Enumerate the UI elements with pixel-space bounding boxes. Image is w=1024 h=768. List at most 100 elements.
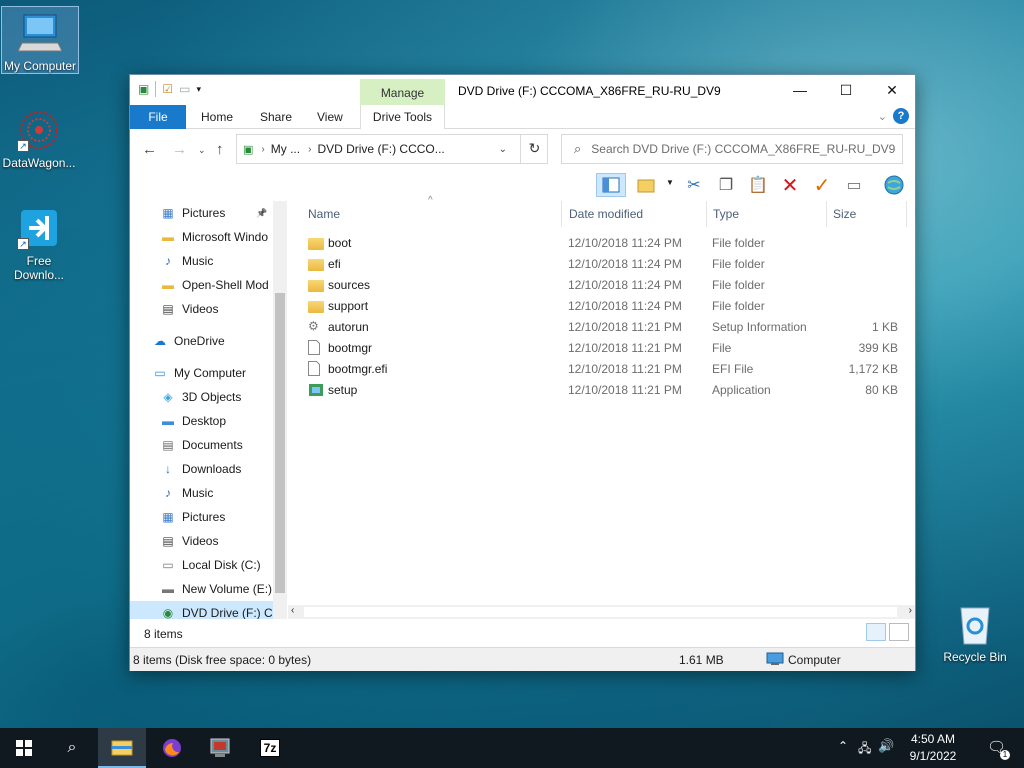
pictures-icon: ▦ (162, 206, 174, 220)
computer-icon: ▭ (154, 366, 166, 380)
column-header-date-modified[interactable]: Date modified (563, 201, 707, 227)
sidebar-item[interactable]: ☁ OneDrive (152, 329, 225, 353)
taskbar-app-monitor[interactable] (196, 728, 244, 768)
customize-qat-icon[interactable]: ▾ (196, 84, 201, 95)
folder-options-dropdown-icon[interactable]: ▼ (666, 178, 674, 187)
desktop-icon-recycle-bin[interactable]: Recycle Bin (936, 602, 1014, 664)
sidebar-item[interactable]: ▬ Open-Shell Mod (160, 273, 269, 297)
copy-icon[interactable]: ❐ (714, 173, 738, 197)
sidebar-item[interactable]: ▦ Pictures 📌 (160, 201, 267, 225)
title-bar: ▣ ☑ ▭ ▾ Manage DVD Drive (F:) CCCOMA_X86… (130, 75, 915, 107)
breadcrumb-my-computer[interactable]: My ... (271, 142, 300, 156)
start-button[interactable] (0, 728, 48, 768)
navpane-scrollbar[interactable] (273, 201, 287, 619)
file-name: boot (328, 236, 352, 250)
breadcrumb-dvd-drive[interactable]: DVD Drive (F:) CCCO... (317, 142, 444, 156)
horizontal-scroll-thumb[interactable] (304, 607, 897, 617)
table-row[interactable]: setup 12/10/2018 11:21 PM Application 80 KB (288, 380, 915, 401)
paste-icon[interactable]: 📋 (746, 173, 770, 197)
file-size: 1,172 KB (848, 362, 898, 376)
address-bar[interactable]: ▣ › My ... › DVD Drive (F:) CCCO... ⌄ (236, 134, 548, 164)
sidebar-item[interactable]: ▤ Videos (160, 297, 218, 321)
table-row[interactable]: bootmgr 12/10/2018 11:21 PM File 399 KB (288, 338, 915, 359)
table-row[interactable]: bootmgr.efi 12/10/2018 11:21 PM EFI File 1,… (288, 359, 915, 380)
column-header-name[interactable]: Name (302, 201, 562, 227)
column-header-size[interactable]: Size (827, 201, 907, 227)
folder-options-icon[interactable] (634, 173, 658, 197)
scroll-left-icon[interactable]: ‹ (291, 605, 294, 616)
sidebar-item-label: Documents (182, 438, 243, 452)
clock[interactable]: 4:50 AM 9/1/2022 (902, 731, 964, 765)
sidebar-item[interactable]: ◉ DVD Drive (F:) C (130, 601, 273, 619)
delete-icon[interactable]: ✕ (778, 173, 802, 197)
table-row[interactable]: sources 12/10/2018 11:24 PM File folder (288, 275, 915, 296)
refresh-button[interactable]: ↻ (520, 134, 548, 164)
table-row[interactable]: ⚙ autorun 12/10/2018 11:21 PM Setup Informa… (288, 317, 915, 338)
sidebar-item[interactable]: ↓ Downloads (160, 457, 241, 481)
details-view-button[interactable] (866, 623, 886, 641)
horizontal-scrollbar[interactable]: ‹ › (288, 605, 915, 619)
tab-view[interactable]: View (317, 105, 343, 129)
search-input[interactable]: ⌕ Search DVD Drive (F:) CCCOMA_X86FRE_RU… (561, 134, 903, 164)
taskbar-7zip[interactable]: 7z (246, 728, 294, 768)
tab-share[interactable]: Share (260, 105, 292, 129)
minimize-button[interactable]: — (777, 75, 823, 105)
table-row[interactable]: support 12/10/2018 11:24 PM File folder (288, 296, 915, 317)
large-icons-view-button[interactable] (889, 623, 909, 641)
cut-icon[interactable]: ✂ (682, 173, 706, 197)
volume-icon[interactable]: 🔊 (878, 738, 894, 754)
folder-icon (308, 280, 324, 292)
back-button[interactable]: ← (142, 141, 157, 158)
status-location: Computer (788, 653, 841, 667)
tab-home[interactable]: Home (201, 105, 233, 129)
sidebar-item[interactable]: ▤ Documents (160, 433, 243, 457)
taskbar-firefox[interactable] (148, 728, 196, 768)
navpane-scroll-thumb[interactable] (275, 293, 285, 593)
search-placeholder: Search DVD Drive (F:) CCCOMA_X86FRE_RU-R… (591, 142, 896, 156)
network-icon[interactable]: 🖧 (858, 739, 871, 760)
taskbar-file-explorer[interactable] (98, 728, 146, 768)
sidebar-item[interactable]: ▤ Videos (160, 529, 218, 553)
new-folder-icon[interactable]: ▭ (179, 82, 190, 96)
sidebar-item[interactable]: ▬ Microsoft Windo (160, 225, 268, 249)
navigation-pane-toggle-icon[interactable] (596, 173, 626, 197)
desktop-icon-datawagon[interactable]: ↗ DataWagon... (0, 108, 78, 170)
column-header-type[interactable]: Type (707, 201, 827, 227)
up-button[interactable]: ↑ (216, 141, 224, 158)
sidebar-item-label: Desktop (182, 414, 227, 428)
sidebar-item[interactable]: ▬ Desktop (160, 409, 226, 433)
tab-file[interactable]: File (130, 105, 186, 129)
show-hidden-icons-icon[interactable]: ⌃ (838, 739, 848, 753)
separator (155, 81, 157, 97)
address-dropdown-icon[interactable]: ⌄ (499, 144, 507, 155)
sidebar-item[interactable]: ♪ Music (160, 249, 213, 273)
computer-icon (17, 11, 63, 55)
expand-ribbon-icon[interactable]: ⌄ (878, 110, 887, 123)
documents-icon: ▤ (162, 438, 174, 452)
internet-globe-icon[interactable] (882, 173, 906, 197)
help-icon[interactable]: ? (893, 108, 909, 124)
file-type: Application (712, 383, 771, 397)
sidebar-item-label: Downloads (182, 462, 242, 476)
sidebar-item[interactable]: ◈ 3D Objects (160, 385, 241, 409)
sidebar-item[interactable]: ▭ My Computer (152, 361, 246, 385)
search-button[interactable]: ⌕ (48, 728, 96, 768)
sidebar-item[interactable]: ▬ New Volume (E:) (160, 577, 272, 601)
sidebar-item[interactable]: ▭ Local Disk (C:) (160, 553, 260, 577)
desktop-icon-free-download[interactable]: ↗ Free Downlo... (0, 206, 78, 282)
table-row[interactable]: efi 12/10/2018 11:24 PM File folder (288, 254, 915, 275)
forward-button[interactable]: → (172, 141, 187, 158)
sidebar-item[interactable]: ▦ Pictures (160, 505, 225, 529)
file-list: ^ Name Date modified Type Size boot 12/10… (288, 195, 915, 605)
desktop-icon-my-computer[interactable]: My Computer (1, 6, 79, 74)
recent-locations-icon[interactable]: ⌄ (198, 145, 206, 156)
sidebar-item[interactable]: ♪ Music (160, 481, 213, 505)
properties-icon[interactable]: ☑ (162, 82, 173, 96)
rename-icon[interactable]: ▭ (842, 173, 866, 197)
tab-drive-tools[interactable]: Drive Tools (360, 105, 445, 129)
scroll-right-icon[interactable]: › (909, 605, 912, 616)
maximize-button[interactable]: ☐ (823, 75, 869, 105)
close-button[interactable]: ✕ (869, 75, 915, 105)
table-row[interactable]: boot 12/10/2018 11:24 PM File folder (288, 233, 915, 254)
properties-check-icon[interactable]: ✓ (810, 173, 834, 197)
